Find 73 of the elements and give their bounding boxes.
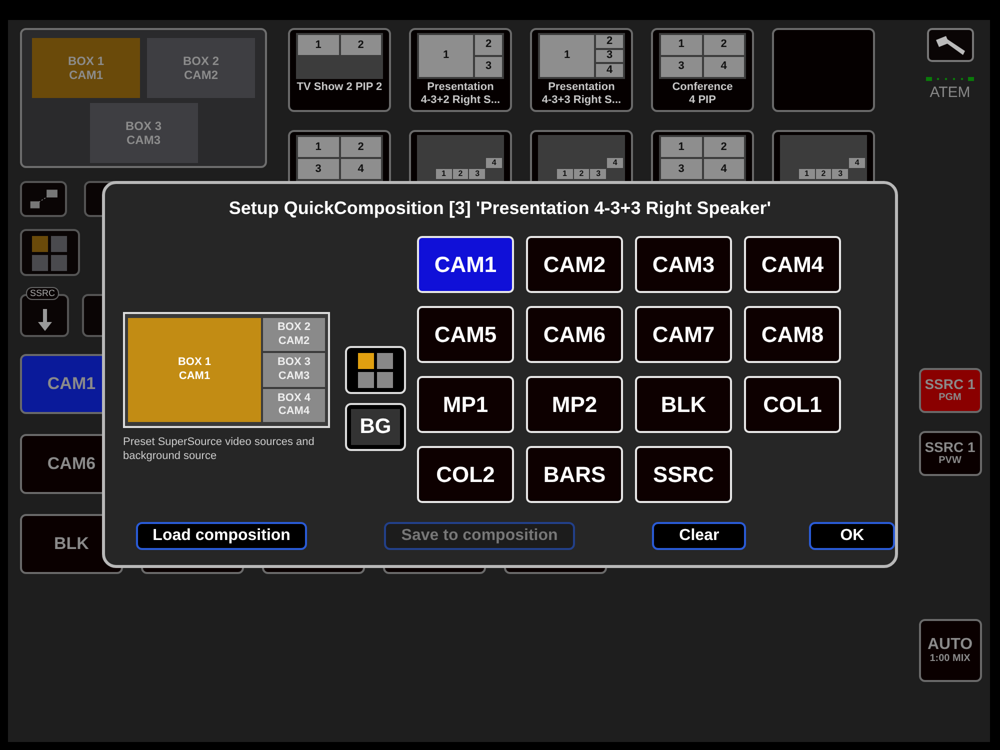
tile-cell: 3 — [469, 169, 486, 179]
tile-cell: 3 — [475, 56, 502, 77]
tile-cell: 2 — [704, 137, 744, 157]
tile-cell: 1 — [661, 35, 702, 55]
tile-cell: 3 — [832, 169, 848, 179]
tile-label: TV Show 2 PIP 2 — [296, 81, 382, 94]
layout-tile[interactable] — [772, 28, 875, 112]
tile-cell: 2 — [596, 35, 623, 48]
tile-cell: 4 — [607, 158, 623, 168]
source-button[interactable]: SSRC — [635, 446, 732, 503]
source-button[interactable]: CAM5 — [417, 306, 514, 363]
tile-cell: 1 — [798, 169, 815, 179]
source-button[interactable]: CAM1 — [417, 236, 514, 293]
tile-cell: 4 — [340, 159, 381, 179]
source-button[interactable]: BARS — [526, 446, 623, 503]
auto-button[interactable]: AUTO 1:00 MIX — [918, 618, 982, 682]
grid-icon — [356, 352, 394, 388]
tile-cell: 3 — [596, 50, 623, 62]
tile-cell: 4 — [704, 56, 744, 77]
source-button[interactable]: CAM6 — [526, 306, 623, 363]
tile-cell: 4 — [596, 64, 623, 77]
source-button[interactable]: MP2 — [526, 376, 623, 433]
source-button[interactable]: CAM2 — [526, 236, 623, 293]
tile-cell: 1 — [419, 35, 473, 77]
source-button[interactable]: CAM4 — [744, 236, 841, 293]
tile-cell: 1 — [298, 137, 338, 157]
source-button[interactable]: CAM7 — [635, 306, 732, 363]
tile-cell: 1 — [436, 169, 452, 179]
tile-cell: 3 — [590, 169, 606, 179]
tile-label: Presentation 4-3+3 Right S... — [542, 80, 622, 107]
tile-cell: 4 — [849, 158, 865, 168]
tile-cell: 1 — [298, 35, 338, 55]
layout-tile[interactable]: 1 2 3 Presentation 4-3+2 Right S... — [409, 28, 512, 112]
caption-text: Preset SuperSource video sources and background source — [123, 435, 316, 464]
tile-cell: 2 — [340, 137, 381, 157]
tile-cell: 1 — [661, 137, 702, 157]
dialog-button[interactable]: Load composition — [136, 522, 308, 550]
hammer-button[interactable] — [926, 28, 974, 62]
tile-cell: 3 — [661, 159, 702, 179]
tile-label: Conference 4 PIP — [672, 80, 733, 107]
layout-tile[interactable]: 1 2 3 4 Presentation 4-3+3 Right S... — [530, 28, 633, 112]
tile-cell: 3 — [298, 159, 338, 179]
hammer-icon — [936, 36, 964, 54]
source-button[interactable]: CAM8 — [744, 306, 841, 363]
down-arrow-icon — [36, 309, 52, 331]
source-button[interactable]: MP1 — [417, 376, 514, 433]
connection-indicator — [926, 76, 974, 82]
tile-cell: 2 — [816, 169, 832, 179]
tile-cell: 2 — [574, 169, 590, 179]
tile-cell: 1 — [556, 169, 573, 179]
grid-icon — [31, 234, 69, 270]
tile-cell: 1 — [540, 35, 594, 77]
swap-button[interactable] — [20, 181, 67, 217]
tile-cell: 2 — [704, 35, 744, 55]
source-button[interactable]: COL1 — [744, 376, 841, 433]
device-name: ATEM — [930, 83, 970, 103]
background-button[interactable]: BG — [345, 403, 406, 451]
bus-button[interactable]: SSRC 1 PVW — [918, 430, 982, 476]
tile-cell: 2 — [340, 35, 381, 55]
dialog-button[interactable]: OK — [809, 522, 895, 550]
tile-cell: 2 — [452, 169, 468, 179]
source-button[interactable]: COL2 — [417, 446, 514, 503]
tile-cell: 4 — [704, 159, 744, 179]
layout-tile[interactable]: 1 2 3 4 Conference 4 PIP — [651, 28, 754, 112]
tile-cell: 4 — [486, 158, 502, 168]
tile-cell: 2 — [475, 35, 502, 55]
dialog-button[interactable]: Clear — [652, 522, 746, 550]
source-button[interactable]: BLK — [635, 376, 732, 433]
ssrc-tab-label: SSRC — [26, 287, 60, 300]
layout-tile[interactable]: 1 2 TV Show 2 PIP 2 — [288, 28, 391, 112]
tile-cell: 3 — [661, 56, 702, 77]
source-button[interactable]: CAM3 — [635, 236, 732, 293]
tile-label: Presentation 4-3+2 Right S... — [420, 80, 500, 107]
